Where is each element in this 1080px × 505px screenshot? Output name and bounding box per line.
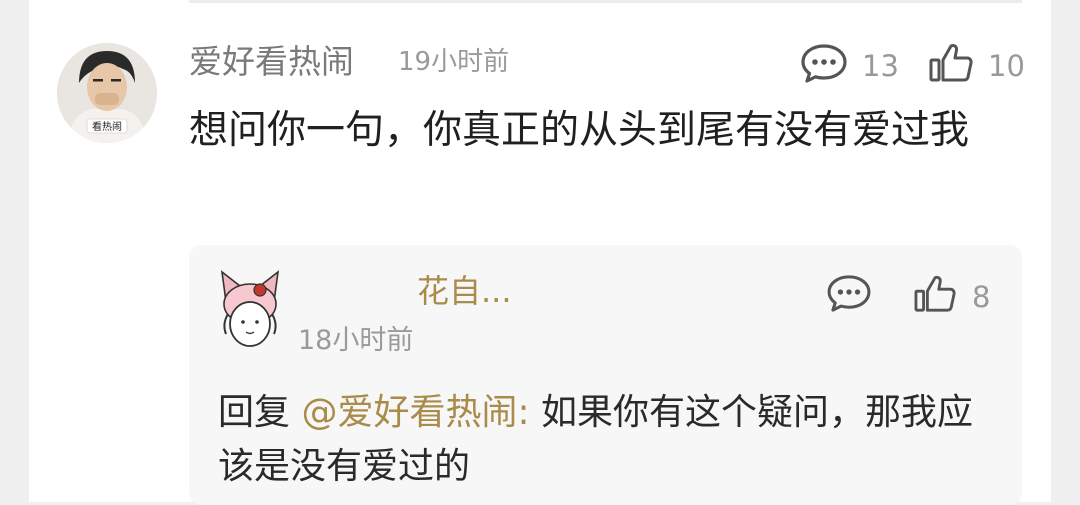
reply-text: 回复 @爱好看热闹: 如果你有这个疑问，那我应该是没有爱过的 — [218, 386, 998, 494]
reply-mention[interactable]: @爱好看热闹: — [301, 392, 529, 433]
reply-username[interactable]: 花自... — [417, 271, 512, 311]
avatar-label: 看热闹 — [92, 120, 122, 133]
divider — [189, 0, 1022, 3]
reply-prefix: 回复 — [218, 392, 302, 433]
comment-text: 想问你一句，你真正的从头到尾有没有爱过我 — [189, 108, 970, 153]
reply-avatar[interactable] — [216, 268, 284, 356]
thumbs-up-icon[interactable] — [928, 42, 974, 84]
reply-like-count: 8 — [972, 280, 991, 314]
avatar-image: 看热闹 — [57, 43, 157, 143]
like-count: 10 — [988, 49, 1025, 83]
avatar[interactable]: 看热闹 — [57, 43, 157, 143]
reply-count: 13 — [862, 49, 899, 83]
reply-thumbs-up-icon[interactable] — [913, 274, 957, 314]
comment-icon[interactable] — [800, 43, 848, 83]
comment-time: 19小时前 — [398, 47, 510, 77]
reply-comment-icon[interactable] — [826, 274, 872, 312]
reply-time: 18小时前 — [298, 325, 414, 356]
comment-username[interactable]: 爱好看热闹 — [189, 40, 354, 84]
